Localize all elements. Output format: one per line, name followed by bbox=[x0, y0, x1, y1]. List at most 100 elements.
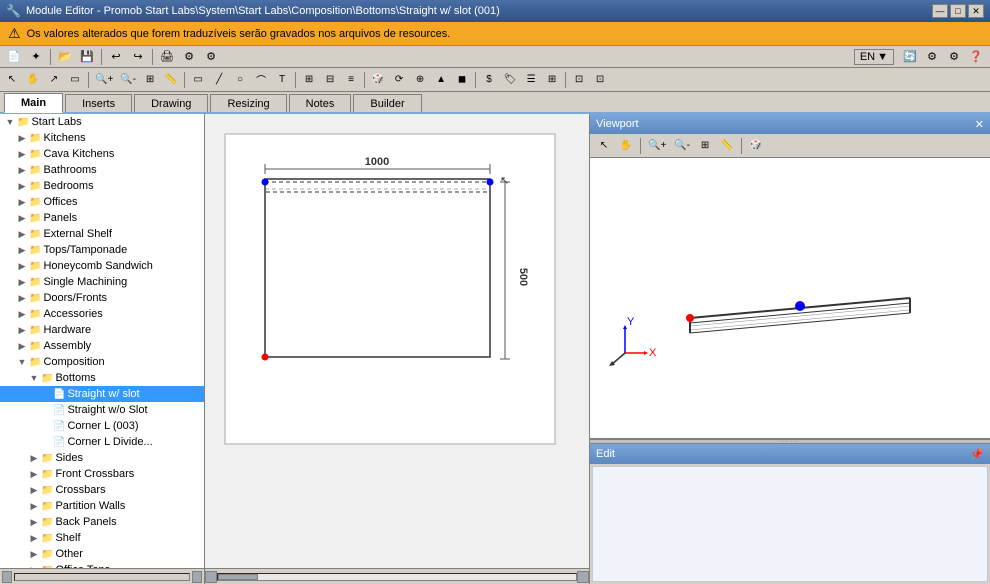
tree-item-singlemachining[interactable]: ▶ 📁 Single Machining bbox=[0, 274, 204, 290]
tree-item-shelf[interactable]: ▶ 📁 Shelf bbox=[0, 530, 204, 546]
toolbar-gear2[interactable]: ⚙ bbox=[944, 48, 964, 66]
tool-dollar[interactable]: $ bbox=[479, 70, 499, 90]
tool-rotate[interactable]: ⟳ bbox=[389, 70, 409, 90]
toolbar-help[interactable]: ❓ bbox=[966, 48, 986, 66]
tree-item-bedrooms[interactable]: ▶ 📁 Bedrooms bbox=[0, 178, 204, 194]
toolbar-save[interactable]: 💾 bbox=[77, 48, 97, 66]
expand-icon: ▶ bbox=[16, 340, 28, 352]
tree-item-honeycomb[interactable]: ▶ 📁 Honeycomb Sandwich bbox=[0, 258, 204, 274]
tree-view[interactable]: ▼ 📁 Start Labs ▶ 📁 Kitchens ▶ 📁 Cava Kit… bbox=[0, 114, 204, 568]
tree-item-partitionwalls[interactable]: ▶ 📁 Partition Walls bbox=[0, 498, 204, 514]
vp-cursor[interactable]: ↖ bbox=[594, 136, 614, 156]
tree-item-accessories[interactable]: ▶ 📁 Accessories bbox=[0, 306, 204, 322]
tree-item-straightwslot[interactable]: 📄 Straight w/ slot bbox=[0, 386, 204, 402]
tree-item-straightwoslot[interactable]: 📄 Straight w/o Slot bbox=[0, 402, 204, 418]
tool-align[interactable]: ≡ bbox=[341, 70, 361, 90]
viewport-close[interactable]: ✕ bbox=[975, 118, 984, 131]
expand-icon: ▶ bbox=[16, 244, 28, 256]
tab-builder[interactable]: Builder bbox=[353, 94, 421, 112]
drawing-horizontal-scrollbar[interactable] bbox=[205, 568, 589, 584]
tool-snap[interactable]: ⊟ bbox=[320, 70, 340, 90]
tab-notes[interactable]: Notes bbox=[289, 94, 352, 112]
folder-icon: 📁 bbox=[41, 517, 53, 528]
toolbar-gear[interactable]: ⚙ bbox=[922, 48, 942, 66]
viewport-header: Viewport ✕ bbox=[590, 114, 990, 134]
tree-item-kitchens[interactable]: ▶ 📁 Kitchens bbox=[0, 130, 204, 146]
close-button[interactable]: ✕ bbox=[968, 4, 984, 18]
tree-item-hardware[interactable]: ▶ 📁 Hardware bbox=[0, 322, 204, 338]
vp-zoom-in[interactable]: 🔍+ bbox=[645, 136, 669, 156]
tree-item-bottoms[interactable]: ▼ 📁 Bottoms bbox=[0, 370, 204, 386]
tool-table[interactable]: ⊞ bbox=[542, 70, 562, 90]
tree-item-startlabs[interactable]: ▼ 📁 Start Labs bbox=[0, 114, 204, 130]
tree-item-assembly[interactable]: ▶ 📁 Assembly bbox=[0, 338, 204, 354]
tool-zoom-in[interactable]: 🔍+ bbox=[92, 70, 116, 90]
tool-extrude[interactable]: ▲ bbox=[431, 70, 451, 90]
vp-measure[interactable]: 📏 bbox=[717, 136, 737, 156]
tool-text[interactable]: T bbox=[272, 70, 292, 90]
toolbar-sync[interactable]: 🔄 bbox=[900, 48, 920, 66]
tool-line[interactable]: ╱ bbox=[209, 70, 229, 90]
tool-pan[interactable]: ⊕ bbox=[410, 70, 430, 90]
tool-cursor[interactable]: ↖ bbox=[2, 70, 22, 90]
tab-main[interactable]: Main bbox=[4, 93, 63, 113]
tab-resizing[interactable]: Resizing bbox=[210, 94, 286, 112]
drawing-canvas[interactable]: 1000 500 ↖ bbox=[205, 114, 589, 568]
tree-item-offices[interactable]: ▶ 📁 Offices bbox=[0, 194, 204, 210]
language-button[interactable]: EN ▼ bbox=[854, 49, 894, 65]
tool-grid[interactable]: ⊞ bbox=[299, 70, 319, 90]
tree-item-backpanels[interactable]: ▶ 📁 Back Panels bbox=[0, 514, 204, 530]
tree-item-panels[interactable]: ▶ 📁 Panels bbox=[0, 210, 204, 226]
toolbar-print[interactable]: 🖨 bbox=[157, 48, 177, 66]
tool-rect[interactable]: ▭ bbox=[188, 70, 208, 90]
folder-icon: 📁 bbox=[29, 325, 41, 336]
tool-pointer[interactable]: ↗ bbox=[44, 70, 64, 90]
tree-item-bathrooms[interactable]: ▶ 📁 Bathrooms bbox=[0, 162, 204, 178]
tool-measure[interactable]: 📏 bbox=[161, 70, 181, 90]
tool-extra2[interactable]: ⊡ bbox=[590, 70, 610, 90]
vp-hand[interactable]: ✋ bbox=[616, 136, 636, 156]
edit-content[interactable] bbox=[592, 466, 988, 582]
vp-3d[interactable]: 🎲 bbox=[746, 136, 766, 156]
tool-hand[interactable]: ✋ bbox=[23, 70, 43, 90]
toolbar-settings[interactable]: ⚙ bbox=[179, 48, 199, 66]
tool-select[interactable]: ▭ bbox=[65, 70, 85, 90]
folder-icon: 📁 bbox=[41, 373, 53, 384]
toolbar-redo[interactable]: ↪ bbox=[128, 48, 148, 66]
expand-icon: ▼ bbox=[16, 356, 28, 368]
tree-item-cornerl003[interactable]: 📄 Corner L (003) bbox=[0, 418, 204, 434]
tree-item-cavakitchens[interactable]: ▶ 📁 Cava Kitchens bbox=[0, 146, 204, 162]
tool-zoom-out[interactable]: 🔍- bbox=[117, 70, 139, 90]
tool-fit[interactable]: ⊞ bbox=[140, 70, 160, 90]
tree-item-tops[interactable]: ▶ 📁 Tops/Tamponade bbox=[0, 242, 204, 258]
maximize-button[interactable]: □ bbox=[950, 4, 966, 18]
tab-drawing[interactable]: Drawing bbox=[134, 94, 208, 112]
tool-circle[interactable]: ○ bbox=[230, 70, 250, 90]
vp-zoom-out[interactable]: 🔍- bbox=[671, 136, 693, 156]
minimize-button[interactable]: — bbox=[932, 4, 948, 18]
tab-inserts[interactable]: Inserts bbox=[65, 94, 132, 112]
tool-extra1[interactable]: ⊡ bbox=[569, 70, 589, 90]
vp-fit[interactable]: ⊞ bbox=[695, 136, 715, 156]
tree-item-doorsfronts[interactable]: ▶ 📁 Doors/Fronts bbox=[0, 290, 204, 306]
menu-file[interactable]: 📄 bbox=[4, 48, 24, 66]
tree-horizontal-scrollbar[interactable] bbox=[0, 568, 204, 584]
tool-arc[interactable]: ⌒ bbox=[251, 70, 271, 90]
tree-item-frontcrossbars[interactable]: ▶ 📁 Front Crossbars bbox=[0, 466, 204, 482]
tree-item-crossbars[interactable]: ▶ 📁 Crossbars bbox=[0, 482, 204, 498]
tree-item-composition[interactable]: ▼ 📁 Composition bbox=[0, 354, 204, 370]
toolbar-open[interactable]: 📂 bbox=[55, 48, 75, 66]
edit-pin[interactable]: 📌 bbox=[970, 448, 984, 461]
toolbar-new[interactable]: ✦ bbox=[26, 48, 46, 66]
toolbar-undo[interactable]: ↩ bbox=[106, 48, 126, 66]
toolbar-settings2[interactable]: ⚙ bbox=[201, 48, 221, 66]
tool-tag[interactable]: 🏷 bbox=[500, 70, 520, 90]
tool-material[interactable]: ◼ bbox=[452, 70, 472, 90]
viewport-canvas[interactable]: Y X bbox=[590, 158, 990, 438]
tool-3d[interactable]: 🎲 bbox=[368, 70, 388, 90]
tool-list[interactable]: ☰ bbox=[521, 70, 541, 90]
tree-item-cornerldi[interactable]: 📄 Corner L Divide... bbox=[0, 434, 204, 450]
tree-item-externalshelf[interactable]: ▶ 📁 External Shelf bbox=[0, 226, 204, 242]
tree-item-other[interactable]: ▶ 📁 Other bbox=[0, 546, 204, 562]
tree-item-sides[interactable]: ▶ 📁 Sides bbox=[0, 450, 204, 466]
